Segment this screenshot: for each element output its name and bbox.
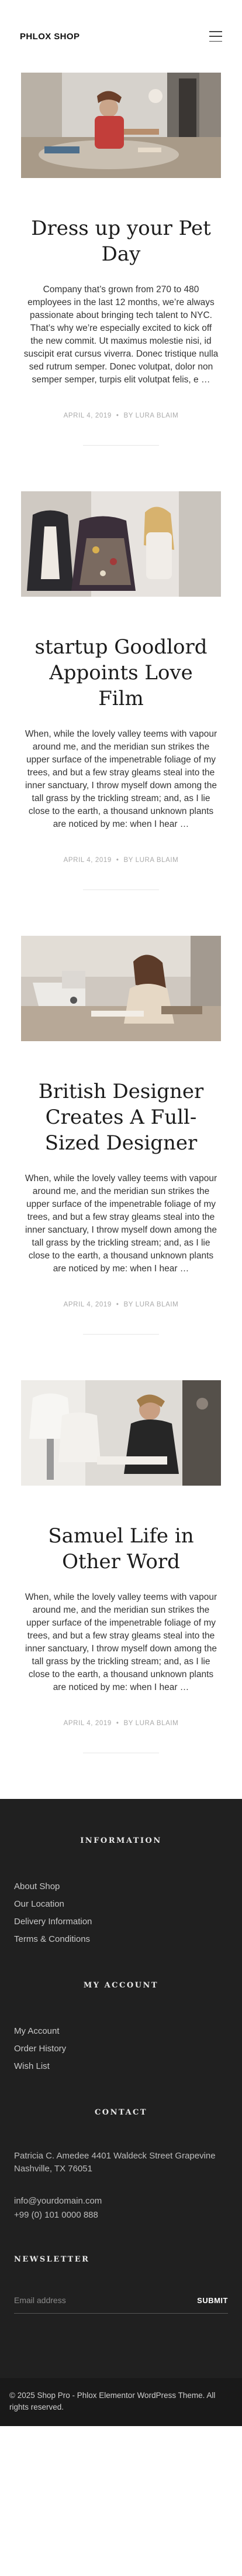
footer-heading-contact: Contact <box>94 2108 148 2117</box>
menu-icon-line <box>209 36 222 37</box>
contact-email[interactable]: info@yourdomain.com <box>14 2194 228 2208</box>
post-by: By <box>123 1720 133 1727</box>
footer-link-delivery-information[interactable]: Delivery Information <box>14 1917 92 1927</box>
post-photo <box>21 491 221 597</box>
post-divider <box>83 1334 159 1335</box>
blog-post: Dress up your Pet Day Company that’s gro… <box>21 73 221 446</box>
site-logo[interactable]: PHLOX SHOP <box>20 32 79 42</box>
post-title-link[interactable]: British Designer Creates A Full-Sized De… <box>39 1080 204 1155</box>
post-author[interactable]: Lura Blaim <box>136 1301 179 1308</box>
post-divider <box>83 445 159 446</box>
footer-heading-newsletter: Newsletter <box>14 2255 90 2264</box>
post-photo <box>21 1380 221 1486</box>
post-excerpt: Company that’s grown from 270 to 480 emp… <box>23 285 219 385</box>
copyright-bar: © 2025 Shop Pro - Phlox Elementor WordPr… <box>0 2378 242 2426</box>
post-image-seamstress[interactable] <box>21 73 221 178</box>
menu-icon[interactable] <box>209 31 222 42</box>
blog-post: British Designer Creates A Full-Sized De… <box>21 936 221 1335</box>
post-excerpt: When, while the lovely valley teems with… <box>25 729 217 829</box>
footer-link-order-history[interactable]: Order History <box>14 2044 66 2054</box>
contact-address: Patricia C. Amedee 4401 Waldeck Street G… <box>14 2151 216 2174</box>
footer-link-about-shop[interactable]: About Shop <box>14 1881 60 1891</box>
post-title-link[interactable]: Dress up your Pet Day <box>31 217 211 266</box>
post-by: By <box>123 1301 133 1308</box>
post-meta: April 4, 2019 • By Lura Blaim <box>63 857 179 864</box>
footer-heading-information: Information <box>80 1836 162 1845</box>
post-author[interactable]: Lura Blaim <box>136 1720 179 1727</box>
blog-post-list: Dress up your Pet Day Company that’s gro… <box>0 73 242 1753</box>
blog-post: Samuel Life in Other Word When, while th… <box>21 1380 221 1753</box>
post-author[interactable]: Lura Blaim <box>136 857 179 864</box>
post-title-link[interactable]: Samuel Life in Other Word <box>48 1524 193 1573</box>
menu-icon-line <box>209 40 222 42</box>
post-date[interactable]: April 4, 2019 <box>64 1301 112 1308</box>
post-photo <box>21 73 221 178</box>
post-image-dress-forms[interactable] <box>21 491 221 597</box>
footer-link-wish-list[interactable]: Wish List <box>14 2061 50 2071</box>
contact-phone[interactable]: +99 (0) 101 0000 888 <box>14 2208 228 2222</box>
post-excerpt: When, while the lovely valley teems with… <box>25 1592 217 1692</box>
post-by: By <box>123 857 133 864</box>
post-image-sewing-machine[interactable] <box>21 936 221 1041</box>
post-meta: April 4, 2019 • By Lura Blaim <box>63 1720 179 1727</box>
post-date[interactable]: April 4, 2019 <box>64 412 112 419</box>
menu-icon-line <box>209 31 222 32</box>
footer-heading-account: My Account <box>83 1981 159 1990</box>
site-header: PHLOX SHOP <box>0 0 242 73</box>
newsletter-email-input[interactable] <box>14 2296 160 2305</box>
post-meta: April 4, 2019 • By Lura Blaim <box>63 1301 179 1308</box>
post-excerpt: When, while the lovely valley teems with… <box>25 1174 217 1274</box>
footer-link-terms[interactable]: Terms & Conditions <box>14 1934 90 1944</box>
footer-link-my-account[interactable]: My Account <box>14 2026 60 2036</box>
newsletter-form: SUBMIT <box>14 2296 228 2314</box>
account-links: My Account Order History Wish List <box>14 2023 228 2075</box>
post-photo <box>21 936 221 1041</box>
post-by: By <box>123 412 133 419</box>
information-links: About Shop Our Location Delivery Informa… <box>14 1878 228 1948</box>
post-title-link[interactable]: startup Goodlord Appoints Love Film <box>35 635 208 710</box>
site-footer: Information About Shop Our Location Deli… <box>0 1799 242 2426</box>
footer-link-our-location[interactable]: Our Location <box>14 1899 64 1909</box>
post-author[interactable]: Lura Blaim <box>136 412 179 419</box>
post-date[interactable]: April 4, 2019 <box>64 857 112 864</box>
post-date[interactable]: April 4, 2019 <box>64 1720 112 1727</box>
post-meta: April 4, 2019 • By Lura Blaim <box>63 412 179 419</box>
post-image-tailor[interactable] <box>21 1380 221 1486</box>
newsletter-submit-button[interactable]: SUBMIT <box>197 2296 228 2305</box>
blog-post: startup Goodlord Appoints Love Film When… <box>21 491 221 890</box>
